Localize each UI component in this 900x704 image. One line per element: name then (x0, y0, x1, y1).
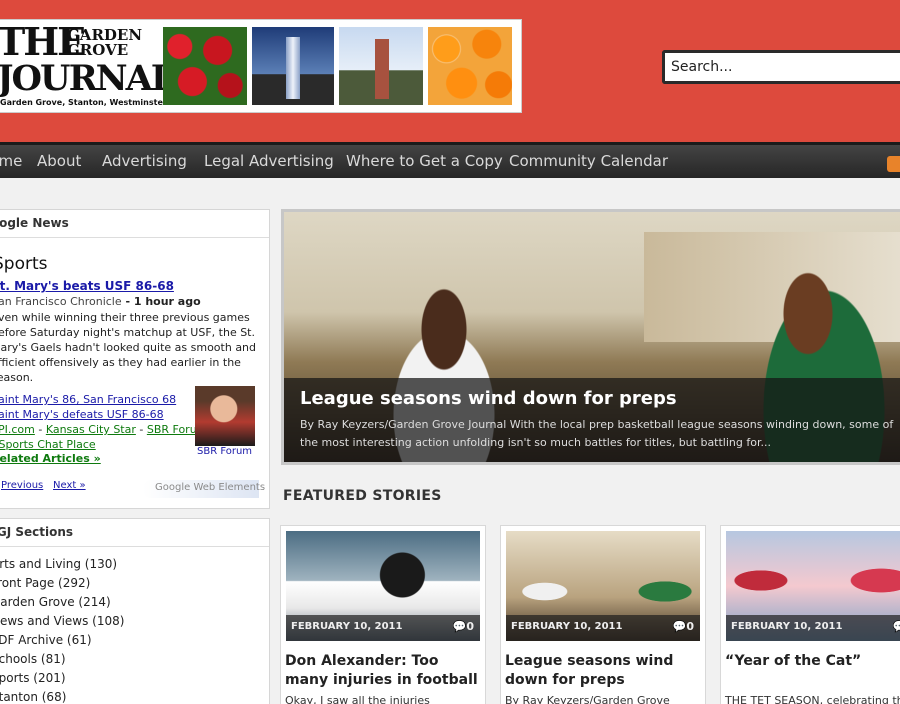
story-meta-bar: FEBRUARY 10, 2011 💬0 (286, 615, 480, 641)
comment-count[interactable]: 💬0 (453, 620, 474, 633)
section-item[interactable]: Front Page (292) (0, 574, 124, 593)
oranges-photo (428, 27, 512, 105)
comment-icon: 💬 (892, 620, 900, 633)
clock-tower-photo (339, 27, 423, 105)
story-card[interactable]: FEBRUARY 10, 2011 💬0 League seasons wind… (500, 525, 706, 704)
comment-icon: 💬 (672, 620, 687, 633)
source-link-spi[interactable]: SPI.com (0, 423, 35, 436)
story-date: FEBRUARY 10, 2011 (511, 621, 623, 632)
section-item[interactable]: Schools (81) (0, 650, 124, 669)
nav-legal-advertising[interactable]: Legal Advertising (204, 152, 334, 170)
next-link[interactable]: Next » (53, 480, 86, 491)
hero-title[interactable]: League seasons wind down for preps (300, 388, 677, 409)
source-link-sports-chat-place[interactable]: Sports Chat Place (0, 438, 96, 451)
section-item[interactable]: Garden Grove (214) (0, 593, 124, 612)
section-item[interactable]: PDF Archive (61) (0, 631, 124, 650)
hero-description: By Ray Keyzers/Garden Grove Journal With… (300, 418, 894, 449)
story-meta-bar: FEBRUARY 10, 2011 💬0 (506, 615, 700, 641)
story-date: FEBRUARY 10, 2011 (731, 621, 843, 632)
story-excerpt: THE TET SEASON, celebrating the new year… (725, 694, 900, 704)
story-thumbnail[interactable]: FEBRUARY 10, 2011 💬0 (286, 531, 480, 641)
story-meta-bar: FEBRUARY 10, 2011 💬0 (726, 615, 900, 641)
source-link-kansas-city-star[interactable]: Kansas City Star (46, 423, 136, 436)
story-thumbnail[interactable]: FEBRUARY 10, 2011 💬0 (506, 531, 700, 641)
logo-journal: JOURNAL (0, 58, 175, 99)
news-source-links-row2: - Sports Chat Place (0, 438, 96, 451)
news-source-links-row1: SPI.com - Kansas City Star - SBR Forum (0, 423, 207, 436)
section-item[interactable]: Arts and Living (130) (0, 555, 124, 574)
story-excerpt: By Ray Keyzers/Garden Grove (505, 694, 670, 704)
comment-count-value: 0 (686, 620, 694, 633)
story-title[interactable]: “Year of the Cat” (725, 652, 900, 671)
site-logo[interactable]: THE GARDEN GROVE JOURNAL Garden Grove, S… (0, 23, 175, 110)
section-item[interactable]: Sports (201) (0, 669, 124, 688)
news-section-label: Sports (0, 254, 48, 274)
nav-community-calendar[interactable]: Community Calendar (509, 152, 668, 170)
hero-caption: League seasons wind down for preps By Ra… (284, 378, 900, 462)
search-box (662, 50, 900, 84)
news-thumbnail-caption[interactable]: SBR Forum (197, 446, 252, 457)
news-source-name: San Francisco Chronicle (0, 295, 122, 308)
story-excerpt: Okay, I saw all the injuries (285, 694, 430, 704)
news-headline-link[interactable]: St. Mary's beats USF 86-68 (0, 279, 174, 293)
sections-list: Arts and Living (130) Front Page (292) G… (0, 555, 124, 704)
nav-advertising[interactable]: Advertising (102, 152, 187, 170)
comment-count[interactable]: 💬0 (673, 620, 694, 633)
sections-widget: GGJ Sections Arts and Living (130) Front… (0, 518, 270, 704)
comment-count[interactable]: 💬0 (893, 620, 900, 633)
logo-garden-grove: GARDEN GROVE (67, 26, 143, 59)
rss-icon[interactable] (887, 156, 900, 172)
logo-tagline: Garden Grove, Stanton, Westminster (0, 98, 167, 107)
section-item[interactable]: News and Views (108) (0, 612, 124, 631)
sections-title: GGJ Sections (0, 519, 269, 547)
google-news-title: Google News (0, 210, 269, 238)
masthead-banner[interactable]: THE GARDEN GROVE JOURNAL Garden Grove, S… (0, 19, 522, 113)
news-snippet: Even while winning their three previous … (0, 311, 257, 384)
news-thumbnail[interactable] (195, 386, 255, 446)
nav-where-to-get-a-copy[interactable]: Where to Get a Copy (346, 152, 503, 170)
strawberries-photo (163, 27, 247, 105)
site-header: THE GARDEN GROVE JOURNAL Garden Grove, S… (0, 0, 900, 142)
nav-about[interactable]: About (37, 152, 81, 170)
google-news-widget: Google News Sports St. Mary's beats USF … (0, 209, 270, 509)
featured-stories-heading: FEATURED STORIES (283, 488, 442, 504)
news-link-2[interactable]: Saint Mary's defeats USF 86-68 (0, 408, 164, 421)
news-link-1[interactable]: Saint Mary's 86, San Francisco 68 (0, 393, 176, 406)
crystal-tower-photo (252, 27, 334, 105)
search-input[interactable] (665, 53, 900, 81)
story-thumbnail[interactable]: FEBRUARY 10, 2011 💬0 (726, 531, 900, 641)
featured-slider[interactable]: League seasons wind down for preps By Ra… (281, 209, 900, 465)
story-card[interactable]: FEBRUARY 10, 2011 💬0 Don Alexander: Too … (280, 525, 486, 704)
story-card[interactable]: FEBRUARY 10, 2011 💬0 “Year of the Cat” T… (720, 525, 900, 704)
story-title[interactable]: Don Alexander: Too many injuries in foot… (285, 652, 485, 690)
story-title[interactable]: League seasons wind down for preps (505, 652, 705, 690)
google-web-elements-badge[interactable]: Google Web Elements (143, 480, 265, 498)
comment-count-value: 0 (466, 620, 474, 633)
main-nav: Home About Advertising Legal Advertising… (0, 142, 900, 178)
section-item[interactable]: Stanton (68) (0, 688, 124, 704)
previous-link[interactable]: Previous (1, 480, 43, 491)
news-source: San Francisco Chronicle - 1 hour ago (0, 295, 201, 308)
comment-icon: 💬 (452, 620, 467, 633)
news-age: - 1 hour ago (121, 295, 201, 308)
story-date: FEBRUARY 10, 2011 (291, 621, 403, 632)
nav-home[interactable]: Home (0, 152, 22, 170)
related-articles-link[interactable]: Related Articles » (0, 452, 101, 465)
